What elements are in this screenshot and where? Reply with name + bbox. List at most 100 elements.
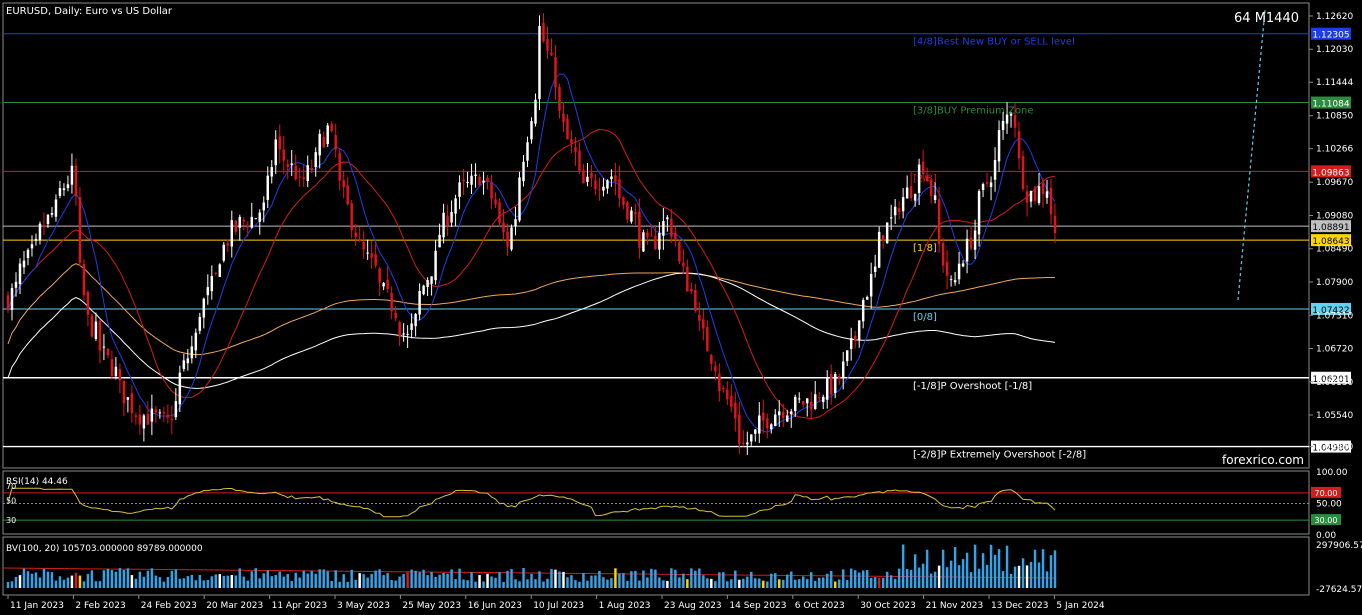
- candle: [434, 239, 437, 285]
- x-tick-label: 6 Oct 2023: [795, 601, 845, 611]
- volume-bar: [941, 549, 945, 588]
- ma-mid-line: [7, 128, 1056, 420]
- candle-body: [158, 412, 162, 414]
- candle-body: [314, 152, 317, 168]
- volume-bar: [110, 570, 114, 588]
- candle-body: [302, 177, 305, 180]
- candle-body: [841, 361, 845, 378]
- candle-body: [94, 321, 98, 339]
- volume-bar: [114, 571, 118, 588]
- candle-body: [1053, 215, 1057, 234]
- volume-bar: [893, 578, 897, 588]
- volume-bar: [186, 576, 190, 588]
- candle: [494, 192, 497, 209]
- chart-canvas[interactable]: [4/8]Best New BUY or SELL level1.12305[3…: [0, 0, 1362, 615]
- volume-bar: [730, 579, 733, 588]
- volume-bar: [550, 569, 553, 588]
- candle: [610, 169, 613, 187]
- volume-bar: [698, 568, 701, 588]
- candle: [989, 176, 993, 201]
- candle: [510, 224, 513, 252]
- candle: [246, 221, 250, 237]
- candle-body: [957, 263, 961, 280]
- y-tick-label: 1.11444: [1316, 78, 1353, 88]
- volume-bar: [650, 568, 653, 588]
- candle: [106, 348, 110, 359]
- candle: [590, 164, 593, 187]
- candle-body: [366, 252, 369, 254]
- volume-bar: [542, 581, 545, 588]
- candle-body: [1001, 120, 1005, 131]
- candle-body: [154, 409, 158, 413]
- candle-body: [742, 442, 745, 444]
- candle: [710, 353, 713, 372]
- candle-body: [294, 165, 297, 180]
- candle-body: [594, 180, 597, 190]
- candle: [798, 392, 801, 404]
- volume-bar: [821, 577, 825, 588]
- candle-body: [430, 276, 433, 284]
- candle-body: [1041, 183, 1045, 194]
- level-price-tag-text: 1.12305: [1312, 31, 1349, 41]
- candle: [774, 409, 777, 427]
- volume-bar: [1049, 555, 1053, 588]
- candle: [634, 203, 637, 225]
- volume-bar: [985, 564, 989, 588]
- volume-bar: [370, 573, 373, 588]
- volume-bar: [518, 581, 521, 588]
- volume-bar: [102, 570, 106, 588]
- candle-body: [102, 346, 106, 348]
- candle: [670, 208, 673, 243]
- candle-body: [254, 218, 257, 220]
- candle-body: [905, 187, 909, 199]
- candle: [414, 313, 417, 337]
- volume-bar: [1005, 545, 1009, 588]
- volume-bar: [62, 579, 66, 588]
- volume-bar: [462, 579, 465, 588]
- volume-bar: [354, 579, 357, 588]
- candle: [350, 200, 353, 239]
- candle-body: [90, 315, 94, 337]
- volume-bar: [374, 570, 377, 588]
- volume-bar: [666, 580, 669, 588]
- volume-bar: [322, 569, 325, 588]
- candle: [6, 291, 10, 314]
- volume-bar: [46, 571, 50, 588]
- candle: [953, 271, 957, 286]
- candle-body: [674, 232, 677, 239]
- candle: [398, 320, 401, 346]
- volume-bar: [90, 570, 94, 588]
- candle-body: [234, 220, 238, 232]
- candle: [853, 330, 857, 349]
- candle: [969, 225, 973, 251]
- candle-body: [861, 299, 865, 322]
- volume-bar: [390, 579, 393, 588]
- candle-body: [386, 279, 389, 289]
- candle-body: [825, 377, 829, 400]
- candle: [977, 189, 981, 247]
- volume-bar: [154, 575, 158, 588]
- candle-body: [949, 279, 953, 281]
- candle-body: [953, 280, 957, 283]
- volume-bar: [562, 571, 565, 588]
- volume-bar: [754, 578, 757, 588]
- candle-body: [230, 220, 234, 247]
- candle: [490, 175, 493, 209]
- candle-body: [526, 142, 529, 161]
- candle-body: [402, 333, 405, 335]
- candle-body: [945, 261, 949, 276]
- candle-body: [798, 398, 801, 400]
- projection-line: [1237, 9, 1266, 301]
- candle-body: [34, 238, 38, 241]
- candle-body: [274, 139, 277, 166]
- candle: [74, 158, 78, 207]
- volume-bar: [702, 575, 705, 588]
- candle-body: [718, 373, 721, 392]
- candle: [614, 162, 617, 196]
- candle-body: [442, 212, 445, 238]
- volume-bar: [989, 544, 993, 588]
- candle-body: [778, 411, 781, 416]
- volume-axis-label: 297906.570: [1316, 541, 1362, 551]
- candle-body: [973, 230, 977, 250]
- volume-bar: [302, 570, 305, 588]
